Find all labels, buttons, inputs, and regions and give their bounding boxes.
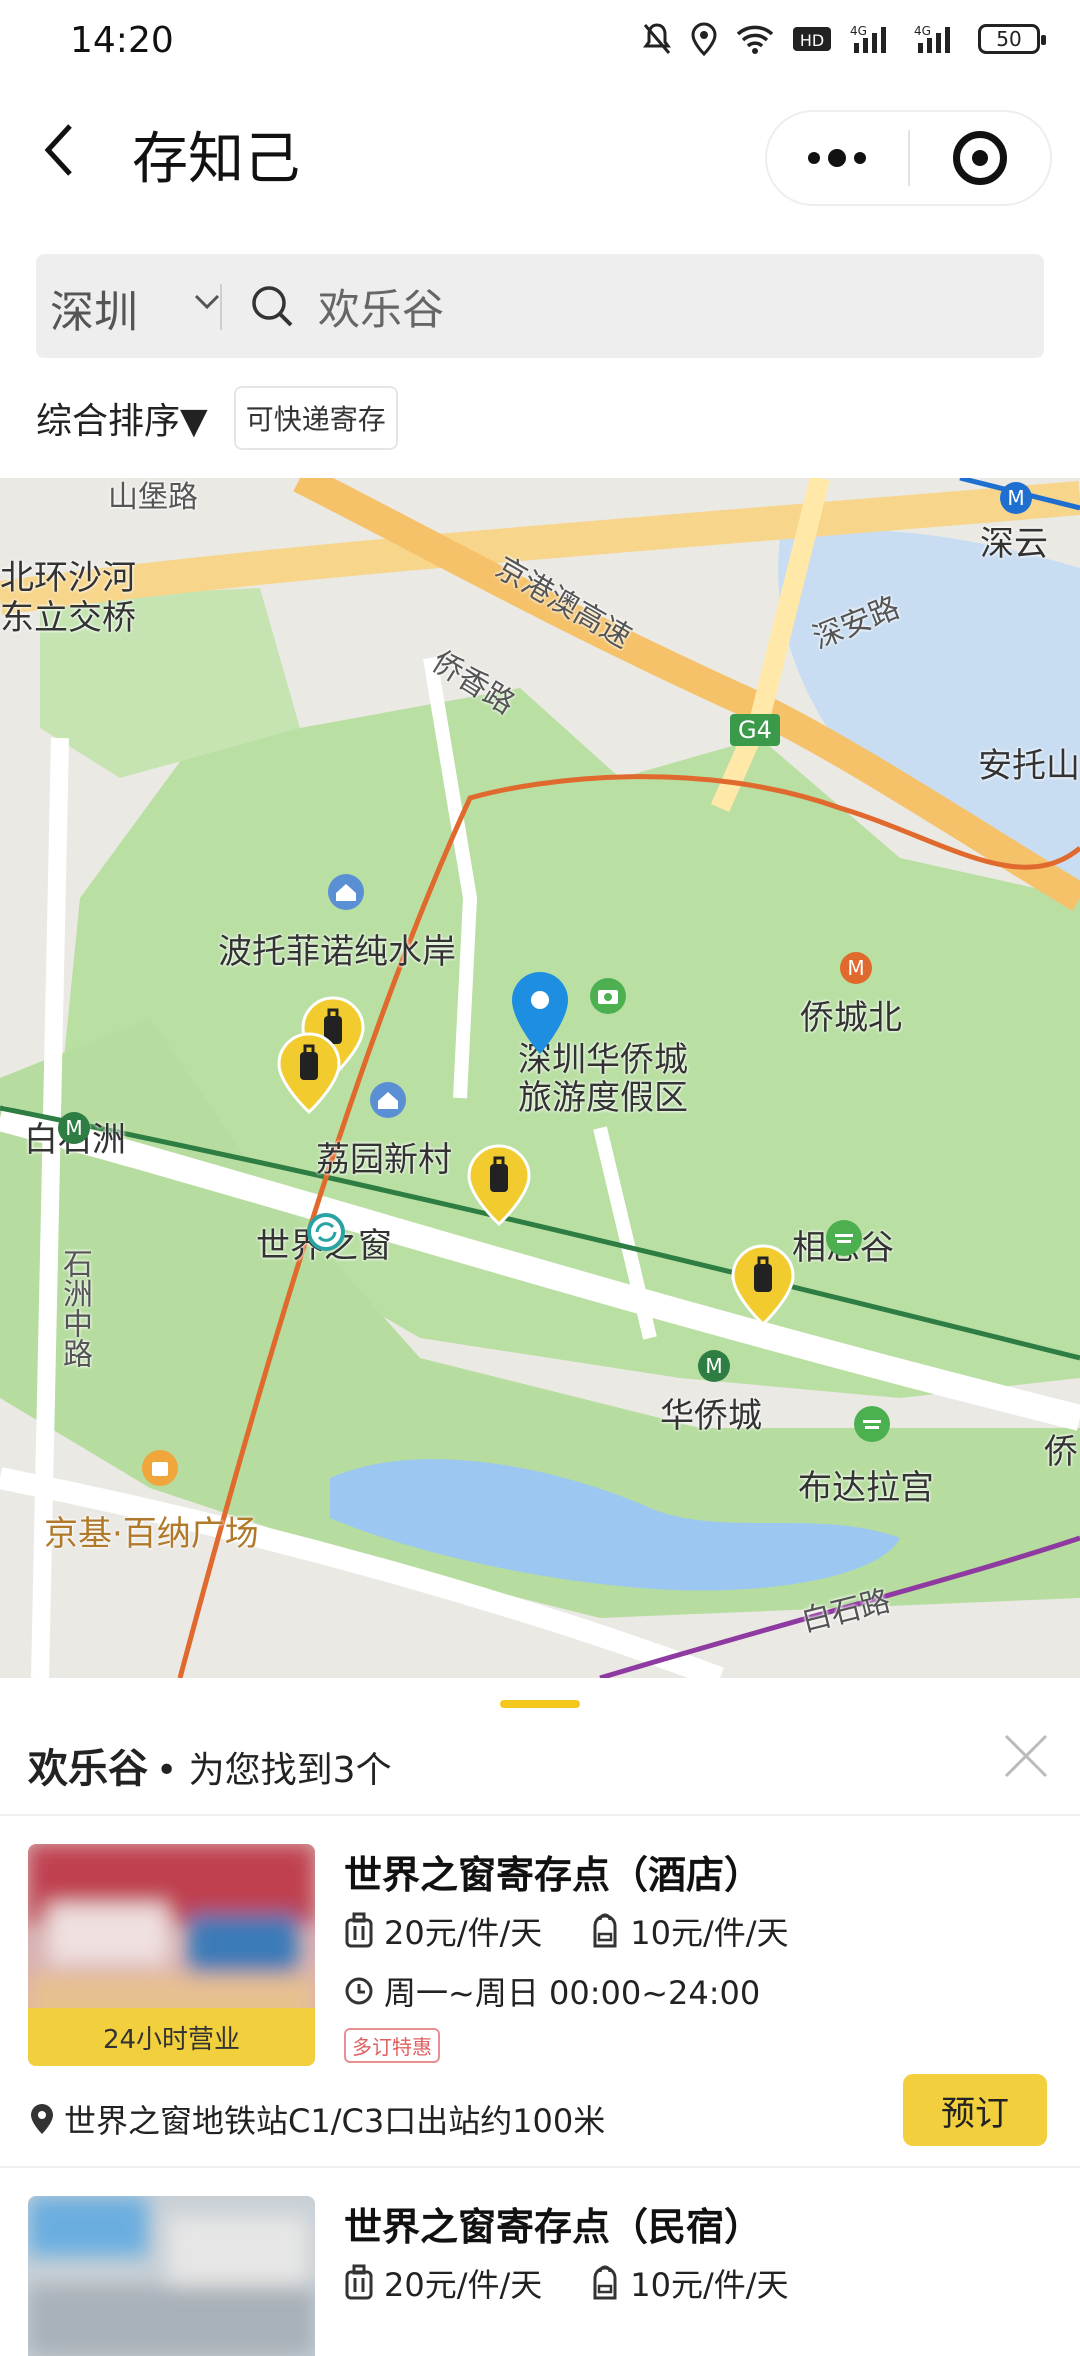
price-large: 20元/件/天 bbox=[384, 2266, 543, 2304]
store-name: 世界之窗寄存点（酒店） bbox=[344, 1853, 763, 1897]
results-keyword: 欢乐谷 bbox=[28, 1746, 148, 1792]
metro-station-icon: M bbox=[840, 952, 872, 984]
location-icon bbox=[691, 22, 717, 56]
luggage-icon bbox=[345, 2264, 373, 2300]
hd-icon: HD bbox=[793, 27, 831, 51]
store-card[interactable]: 24小时营业 世界之窗寄存点（酒店） 20元/件/天 10元/件/天 周一~周日… bbox=[0, 1844, 1080, 2146]
map-label-beihuan-2: 东立交桥 bbox=[0, 598, 136, 638]
signal-4g-icon-2: 4G bbox=[914, 24, 950, 53]
residence-poi-icon bbox=[328, 874, 364, 910]
svg-text:M: M bbox=[847, 956, 864, 980]
map-label-shizhou-road: 石洲中路 bbox=[57, 1248, 92, 1368]
map-label-huaqiaocheng: 华侨城 bbox=[660, 1396, 762, 1436]
signal-4g-icon: 4G bbox=[850, 24, 886, 53]
luggage-icon bbox=[345, 1912, 373, 1948]
nav-bar: 存知己 bbox=[0, 80, 1080, 230]
promo-tag: 多订特惠 bbox=[344, 2028, 440, 2063]
page-title: 存知己 bbox=[132, 127, 300, 192]
map-label-qiaochengbei: 侨城北 bbox=[800, 998, 902, 1038]
more-dots-icon bbox=[808, 149, 867, 167]
search-icon bbox=[252, 286, 293, 327]
backpack-icon bbox=[593, 2265, 617, 2300]
map-label-portofino: 波托菲诺纯水岸 bbox=[218, 932, 456, 972]
metro-station-icon: M bbox=[698, 1350, 730, 1382]
more-button[interactable] bbox=[767, 112, 908, 204]
search-input[interactable]: 欢乐谷 bbox=[318, 276, 444, 337]
price-small: 10元/件/天 bbox=[630, 2266, 789, 2304]
map-label-antuo: 安托山 bbox=[978, 746, 1080, 786]
metro-station-icon: M bbox=[1000, 482, 1032, 514]
svg-text:HD: HD bbox=[800, 31, 824, 50]
camera-poi-icon bbox=[590, 978, 626, 1014]
chevron-down-icon[interactable] bbox=[192, 286, 222, 316]
price-large-row: 20元/件/天 10元/件/天 bbox=[344, 1908, 789, 1954]
map-label-liyuan: 荔园新村 bbox=[316, 1140, 452, 1180]
store-address: 世界之窗地铁站C1/C3口出站约100米 bbox=[28, 2096, 605, 2142]
status-time: 14:20 bbox=[70, 20, 174, 61]
backpack-icon bbox=[593, 1913, 617, 1948]
results-count: • 为您找到3个 bbox=[156, 1750, 392, 1791]
park-poi-icon bbox=[826, 1220, 862, 1256]
store-hours: 周一~周日 00:00~24:00 bbox=[384, 1974, 761, 2012]
close-miniapp-button[interactable] bbox=[910, 112, 1051, 204]
svg-text:4G: 4G bbox=[914, 24, 931, 38]
svg-text:M: M bbox=[1007, 486, 1024, 510]
status-icons: HD 4G 4G 50 bbox=[642, 22, 1046, 56]
svg-text:4G: 4G bbox=[850, 24, 867, 38]
residence-poi-icon bbox=[370, 1082, 406, 1118]
store-name: 世界之窗寄存点（民宿） bbox=[344, 2205, 763, 2249]
address-text: 世界之窗地铁站C1/C3口出站约100米 bbox=[64, 2102, 606, 2140]
store-card[interactable]: 世界之窗寄存点（民宿） 20元/件/天 10元/件/天 bbox=[0, 2196, 1080, 2356]
map-label-g4: G4 bbox=[730, 714, 780, 746]
map-label-shenyun: 深云 bbox=[980, 524, 1048, 564]
book-button[interactable]: 预订 bbox=[903, 2074, 1047, 2146]
mall-poi-icon bbox=[142, 1450, 178, 1486]
drag-handle[interactable] bbox=[500, 1700, 580, 1708]
storage-pin-icon[interactable] bbox=[276, 1032, 342, 1116]
target-icon bbox=[952, 131, 1007, 185]
map-label-potala: 布达拉宫 bbox=[798, 1468, 934, 1508]
metro-station-icon: M bbox=[58, 1112, 90, 1144]
battery-icon: 50 bbox=[978, 24, 1046, 54]
wifi-icon bbox=[736, 25, 774, 54]
battery-level: 50 bbox=[996, 27, 1022, 51]
close-icon[interactable] bbox=[1002, 1732, 1050, 1780]
store-photo bbox=[28, 2196, 315, 2356]
park-poi-icon bbox=[854, 1406, 890, 1442]
status-bar: 14:20 HD 4G 4G 50 bbox=[0, 0, 1080, 80]
chevron-left-icon bbox=[44, 124, 72, 176]
hours-row: 周一~周日 00:00~24:00 bbox=[344, 1968, 760, 2014]
results-panel: 欢乐谷 • 为您找到3个 24小时营业 世界之窗寄存点（酒店） 20元/件/天 … bbox=[0, 1678, 1080, 2356]
express-storage-filter-chip[interactable]: 可快递寄存 bbox=[233, 386, 398, 450]
transfer-station-icon bbox=[307, 1213, 345, 1251]
map-label-jingji: 京基·百纳广场 bbox=[44, 1514, 259, 1554]
search-bar: 深圳 欢乐谷 bbox=[36, 254, 1044, 358]
map-label-qiao-edge: 侨 bbox=[1044, 1432, 1078, 1472]
mute-bell-icon bbox=[643, 23, 671, 54]
map-label-oct-resort-2: 旅游度假区 bbox=[518, 1078, 688, 1118]
svg-text:M: M bbox=[65, 1116, 82, 1140]
open-24h-badge: 24小时营业 bbox=[28, 2008, 315, 2066]
results-header: 欢乐谷 • 为您找到3个 bbox=[28, 1736, 392, 1794]
storage-pin-icon[interactable] bbox=[466, 1144, 532, 1228]
filter-bar: 综合排序▼ 可快递寄存 bbox=[36, 386, 398, 450]
back-button[interactable] bbox=[40, 120, 100, 200]
price-large: 20元/件/天 bbox=[384, 1914, 543, 1952]
svg-text:M: M bbox=[705, 1354, 722, 1378]
location-icon bbox=[31, 2104, 53, 2134]
store-photo: 24小时营业 bbox=[28, 1844, 315, 2066]
map-view[interactable]: 山堡路 深云 北环沙河 东立交桥 京港澳高速 深安路 侨香路 G4 安托山 波托… bbox=[0, 478, 1080, 1678]
sort-dropdown[interactable]: 综合排序▼ bbox=[36, 392, 208, 444]
clock-icon bbox=[345, 1977, 373, 2005]
city-selector[interactable]: 深圳 bbox=[50, 276, 138, 340]
location-pin-icon bbox=[512, 972, 568, 1054]
storage-pin-icon[interactable] bbox=[730, 1244, 796, 1328]
price-small: 10元/件/天 bbox=[630, 1914, 789, 1952]
miniapp-capsule bbox=[765, 110, 1052, 206]
map-label-shanbao-road: 山堡路 bbox=[108, 480, 198, 515]
price-large-row: 20元/件/天 10元/件/天 bbox=[344, 2260, 789, 2306]
